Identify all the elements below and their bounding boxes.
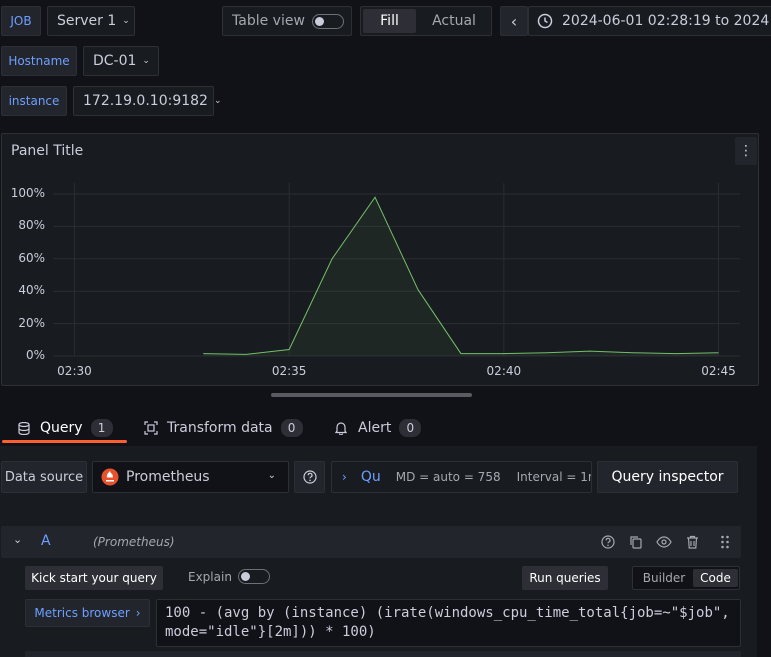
max-data-points-text: MD = auto = 758 [395, 470, 501, 484]
editor-mode-toggle: Builder Code [632, 566, 740, 590]
chart-series [203, 196, 719, 356]
data-source-value: Prometheus [126, 469, 210, 485]
x-tick-label: 02:40 [486, 364, 522, 378]
builder-mode-button[interactable]: Builder [636, 569, 692, 587]
data-source-label-text: Data source [4, 469, 84, 485]
y-tick-label: 100% [10, 186, 45, 200]
builder-label: Builder [642, 571, 686, 585]
metrics-browser-button[interactable]: Metrics browser › [25, 599, 150, 627]
query-expression-editor[interactable]: 100 - (avg by (instance) (irate(windows_… [156, 599, 741, 647]
series-line [203, 196, 719, 355]
explain-switch[interactable] [238, 569, 270, 584]
y-tick-label: 0% [25, 348, 45, 362]
x-tick-label: 02:45 [701, 364, 736, 378]
tab-query-label: Query [40, 420, 83, 436]
chart [53, 183, 740, 357]
x-tick-label: 02:35 [271, 364, 307, 378]
transform-icon [144, 421, 158, 435]
collapse-chevron-icon[interactable]: ⌄ [13, 533, 22, 546]
query-expression-line-2: mode="idle"}[2m])) * 100) [165, 624, 376, 640]
help-icon[interactable] [598, 532, 618, 552]
series-area [203, 197, 719, 356]
eye-icon[interactable] [654, 532, 674, 552]
y-tick-label: 20% [18, 315, 45, 330]
x-tick-label: 02:30 [57, 364, 92, 378]
metrics-browser-label: Metrics browser [34, 606, 130, 620]
tab-transform-label: Transform data [167, 420, 273, 436]
explain-label: Explain [188, 570, 232, 584]
kick-start-button[interactable]: Kick start your query [25, 566, 163, 590]
query-datasource-hint: (Prometheus) [93, 535, 175, 549]
database-icon [18, 421, 30, 435]
panel-resize-handle[interactable] [271, 393, 472, 397]
tab-alert-count: 0 [399, 419, 422, 437]
active-tab-indicator [2, 440, 127, 443]
interval-text: Interval = 1m [516, 470, 592, 484]
prometheus-icon [101, 468, 119, 486]
tab-transform-count: 0 [280, 419, 303, 437]
query-inspector-button[interactable]: Query inspector [597, 461, 738, 493]
drag-handle-icon[interactable] [715, 532, 735, 552]
duplicate-icon[interactable] [626, 532, 646, 552]
query-footer [25, 651, 741, 657]
switch-knob [241, 572, 250, 581]
tab-alert-label: Alert [358, 420, 392, 436]
tab-transform-data[interactable]: Transform data 0 [144, 414, 303, 442]
query-ref-id[interactable]: A [41, 533, 51, 549]
code-mode-button[interactable]: Code [693, 569, 738, 587]
bell-icon [335, 422, 347, 435]
query-expression-line-1: 100 - (avg by (instance) (irate(windows_… [165, 605, 730, 621]
data-source-select[interactable]: Prometheus ⌄ [92, 461, 289, 493]
query-inspector-label: Query inspector [611, 469, 724, 485]
help-icon [302, 470, 317, 484]
y-tick-label: 60% [18, 250, 45, 265]
chevron-down-icon: ⌄ [267, 470, 276, 481]
y-tick-label: 40% [18, 283, 45, 298]
run-queries-button[interactable]: Run queries [522, 566, 608, 590]
tab-alert[interactable]: Alert 0 [335, 414, 422, 442]
chevron-right-icon: › [135, 606, 141, 620]
query-options-label: Qu [360, 469, 381, 485]
tab-query-count: 1 [90, 419, 113, 437]
data-source-label: Data source [1, 461, 87, 493]
query-options-bar[interactable]: › Qu MD = auto = 758 Interval = 1m [331, 461, 592, 493]
tab-query[interactable]: Query 1 [18, 414, 113, 442]
chevron-right-icon: › [342, 470, 347, 484]
query-row-header: ⌄ A (Prometheus) [1, 526, 741, 558]
trash-icon[interactable] [682, 532, 702, 552]
data-source-help-button[interactable] [294, 461, 325, 493]
code-label: Code [700, 571, 731, 585]
y-tick-label: 80% [18, 218, 45, 233]
run-queries-label: Run queries [529, 571, 601, 585]
kick-start-label: Kick start your query [31, 571, 157, 585]
